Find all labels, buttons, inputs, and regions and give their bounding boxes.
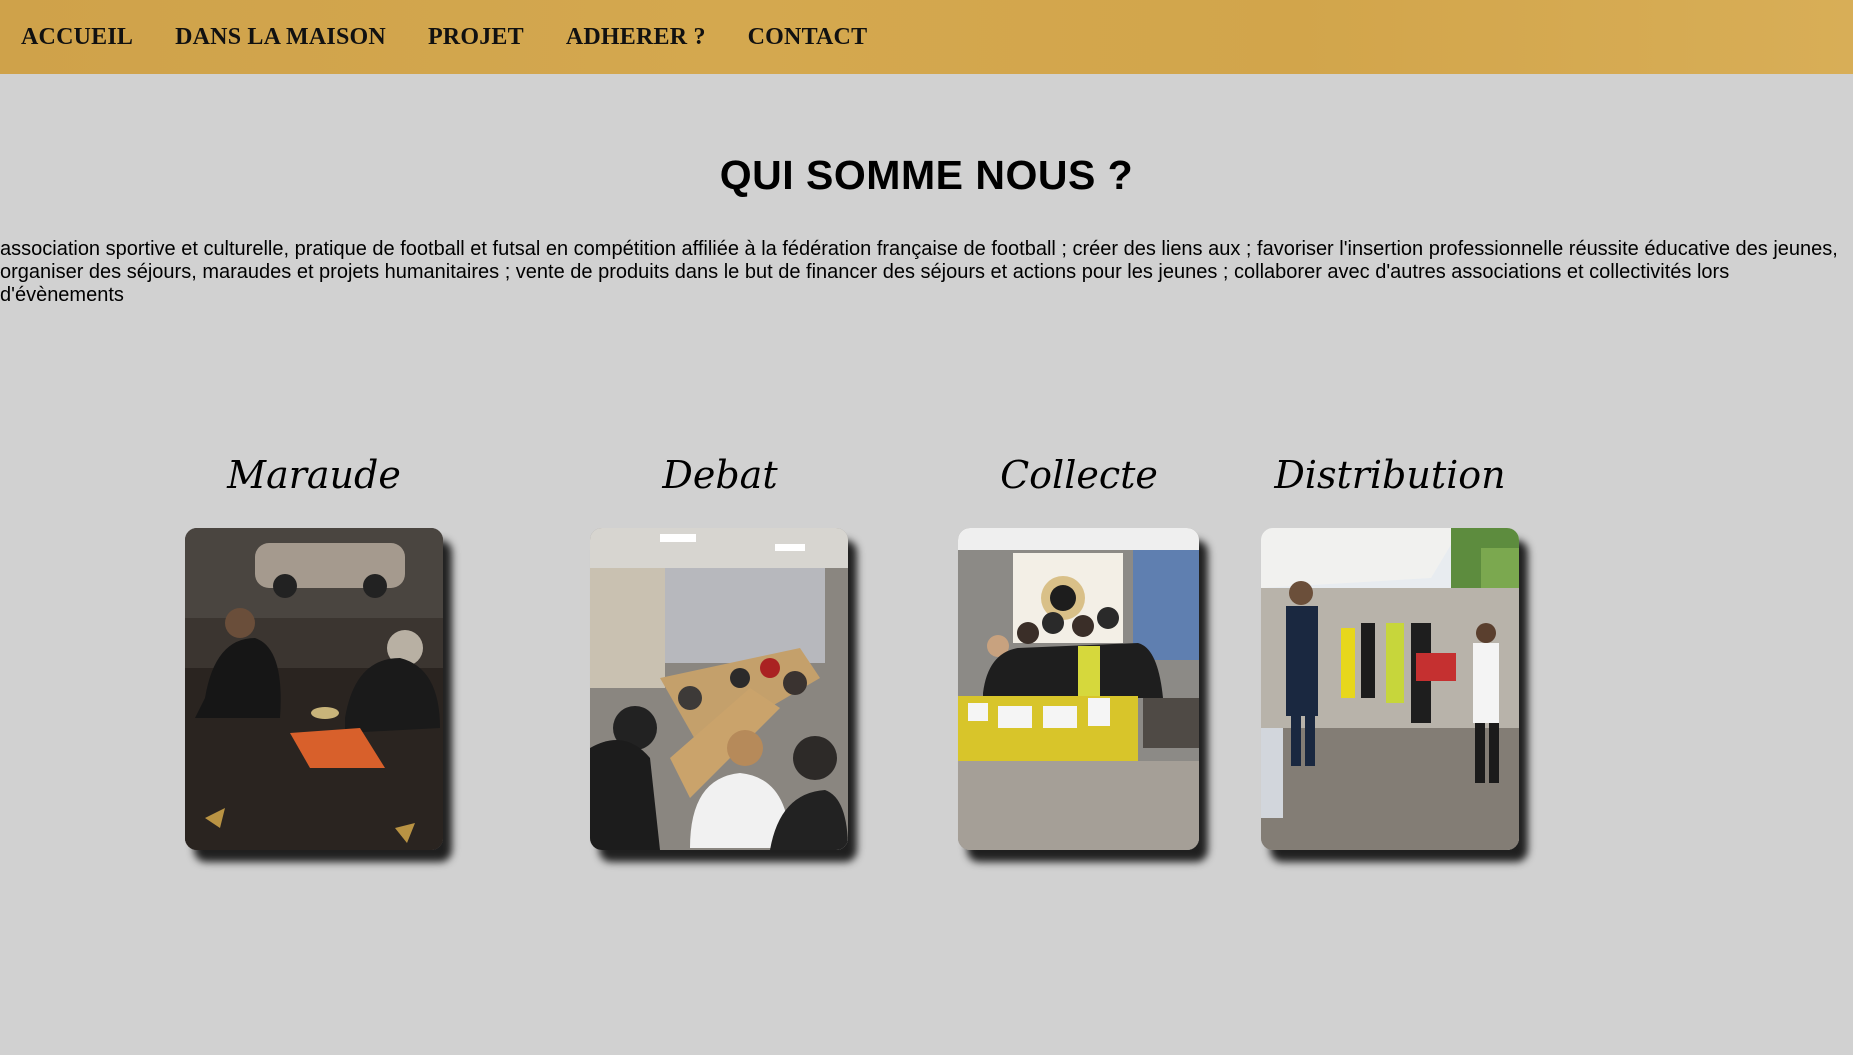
card-label-maraude: Maraude	[227, 453, 401, 497]
debat-photo[interactable]	[590, 528, 848, 850]
nav-item-dans-la-maison[interactable]: DANS LA MAISON	[175, 24, 386, 51]
maraude-photo[interactable]	[185, 528, 443, 850]
nav-item-contact[interactable]: CONTACT	[748, 24, 868, 51]
card-label-debat: Debat	[662, 453, 778, 497]
page-title: QUI SOMME NOUS ?	[719, 152, 1134, 198]
nav-item-adherer[interactable]: ADHERER ?	[566, 24, 706, 51]
nav-item-accueil[interactable]: ACCUEIL	[21, 24, 133, 51]
collecte-photo[interactable]	[958, 528, 1199, 850]
about-description: association sportive et culturelle, prat…	[0, 238, 1838, 306]
card-label-collecte: Collecte	[1000, 453, 1158, 497]
distribution-photo[interactable]	[1261, 528, 1519, 850]
top-navbar: ACCUEIL DANS LA MAISON PROJET ADHERER ? …	[0, 0, 1853, 74]
nav-item-projet[interactable]: PROJET	[428, 24, 524, 51]
card-label-distribution: Distribution	[1274, 453, 1506, 497]
